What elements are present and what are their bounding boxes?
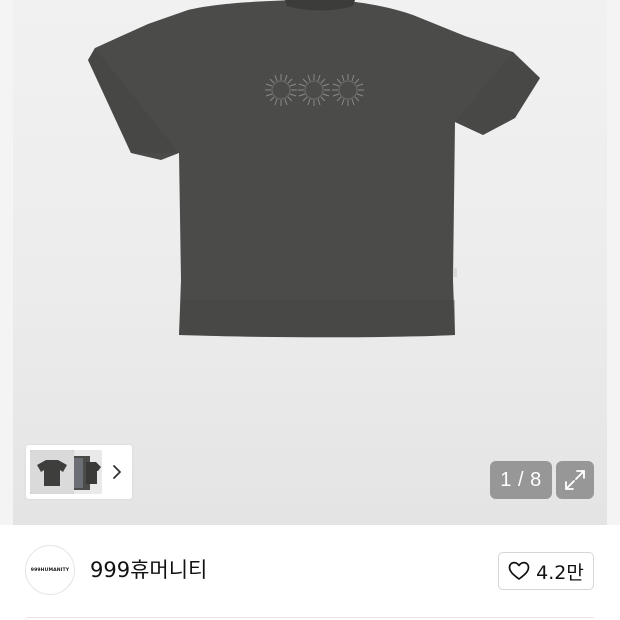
section-divider	[26, 617, 594, 618]
heart-icon	[508, 561, 530, 580]
product-page: 1 / 8 999HUMANITY 999휴머니티 4.2만	[0, 0, 620, 620]
brand-logo-text: 999HUMANITY	[30, 567, 70, 573]
chevron-right-icon	[113, 465, 121, 479]
like-count: 4.2만	[536, 561, 584, 584]
expand-icon	[565, 470, 585, 490]
brand-row: 999HUMANITY 999휴머니티 4.2만	[0, 525, 620, 620]
thumbnail-1[interactable]	[30, 450, 74, 494]
gallery-margin-right	[607, 0, 620, 525]
tshirt-shape	[88, 0, 540, 338]
brand-logo[interactable]: 999HUMANITY	[25, 545, 75, 595]
thumbnail-strip	[26, 445, 132, 499]
image-counter: 1 / 8	[490, 461, 552, 499]
thumbnail-next-button[interactable]	[106, 457, 128, 487]
brand-name[interactable]: 999휴머니티	[90, 556, 207, 584]
expand-image-button[interactable]	[556, 461, 594, 499]
gallery-margin-left	[0, 0, 13, 525]
like-button[interactable]: 4.2만	[498, 552, 594, 590]
tshirt-side-tag	[453, 268, 457, 277]
